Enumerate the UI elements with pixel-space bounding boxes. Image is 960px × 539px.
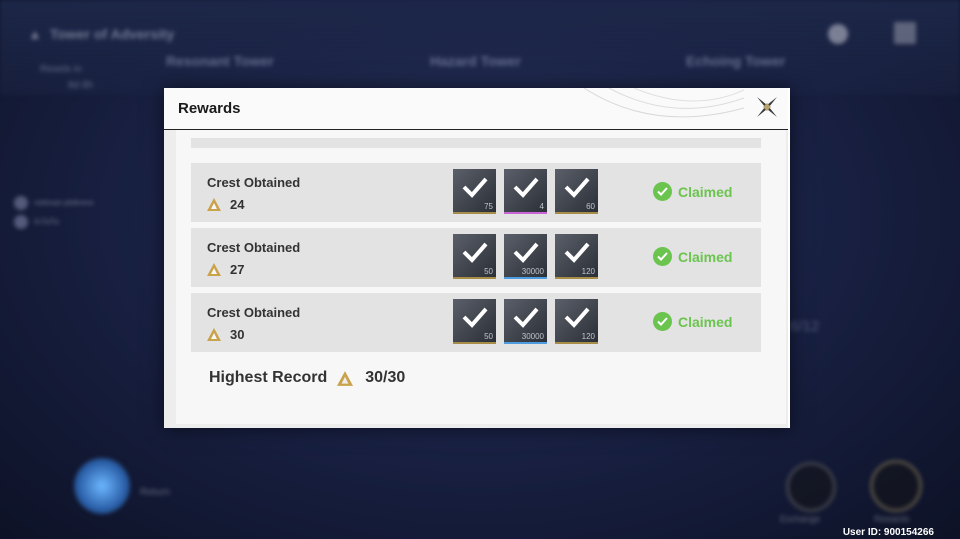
reward-item[interactable]: 30000 — [504, 234, 547, 279]
row-title: Crest Obtained — [207, 240, 301, 255]
progress-text: 6/12 — [790, 318, 820, 335]
list-item: Crest Obtained 30 50 30000 120 Claimed — [191, 293, 761, 352]
side-player-2: นิวไม่ไม่ — [14, 215, 59, 229]
exit-icon[interactable] — [894, 22, 916, 44]
reward-item[interactable]: 60 — [555, 169, 598, 214]
list-item: Crest Obtained 24 75 4 60 Claimed — [191, 163, 761, 222]
reward-item[interactable]: 4 — [504, 169, 547, 214]
crest-count: 27 — [207, 262, 244, 277]
modal-title: Rewards — [178, 100, 241, 117]
check-icon — [462, 307, 488, 328]
reward-items: 75 4 60 — [453, 169, 598, 214]
reward-item[interactable]: 30000 — [504, 299, 547, 344]
reward-items: 50 30000 120 — [453, 299, 598, 344]
crest-icon — [207, 198, 221, 211]
check-icon — [513, 177, 539, 198]
tab-resonant-tower[interactable]: Resonant Tower — [166, 53, 274, 69]
reward-item[interactable]: 75 — [453, 169, 496, 214]
return-icon[interactable] — [74, 458, 130, 514]
exchange-label: Exchange — [780, 514, 821, 524]
avatar — [14, 215, 28, 229]
check-icon — [462, 242, 488, 263]
info-icon[interactable] — [828, 24, 848, 44]
tab-hazard-tower[interactable]: Hazard Tower — [430, 53, 521, 69]
rewards-modal: Rewards Crest Obtained 24 75 4 60 Claime… — [164, 88, 790, 428]
crest-icon — [207, 328, 221, 341]
check-circle-icon — [653, 312, 672, 331]
modal-header: Rewards — [164, 88, 788, 130]
crest-icon — [207, 263, 221, 276]
reward-items: 50 30000 120 — [453, 234, 598, 279]
page-title: ▲ Tower of Adversity — [28, 26, 175, 42]
check-icon — [513, 242, 539, 263]
rewards-label: Rewards — [874, 514, 910, 524]
reward-item[interactable]: 120 — [555, 234, 598, 279]
list-item-partial — [191, 138, 761, 148]
crest-icon — [337, 370, 354, 386]
avatar — [14, 196, 28, 210]
crest-count: 24 — [207, 197, 244, 212]
claimed-status: Claimed — [653, 312, 732, 331]
tab-echoing-tower[interactable]: Echoing Tower — [686, 53, 785, 69]
rewards-button[interactable] — [870, 460, 922, 512]
crest-count: 30 — [207, 327, 244, 342]
close-icon[interactable] — [754, 94, 780, 120]
check-icon — [564, 242, 590, 263]
side-player-1: nottimain plsBmme — [14, 196, 94, 210]
tower-icon: ▲ — [28, 26, 42, 42]
check-icon — [513, 307, 539, 328]
top-bar — [0, 0, 960, 95]
exchange-button[interactable] — [786, 462, 836, 512]
reward-item[interactable]: 120 — [555, 299, 598, 344]
check-circle-icon — [653, 182, 672, 201]
reset-timer: Resets in 8d 8h — [40, 64, 94, 91]
check-icon — [564, 307, 590, 328]
check-icon — [462, 177, 488, 198]
reward-item[interactable]: 50 — [453, 299, 496, 344]
list-item: Crest Obtained 27 50 30000 120 Claimed — [191, 228, 761, 287]
claimed-status: Claimed — [653, 247, 732, 266]
user-id: User ID: 900154266 — [842, 527, 934, 538]
claimed-status: Claimed — [653, 182, 732, 201]
check-icon — [564, 177, 590, 198]
row-title: Crest Obtained — [207, 305, 301, 320]
decorative-arcs — [583, 88, 744, 118]
return-label[interactable]: Return — [140, 487, 170, 498]
highest-record: Highest Record 30/30 — [209, 369, 406, 386]
check-circle-icon — [653, 247, 672, 266]
reward-item[interactable]: 50 — [453, 234, 496, 279]
row-title: Crest Obtained — [207, 175, 301, 190]
